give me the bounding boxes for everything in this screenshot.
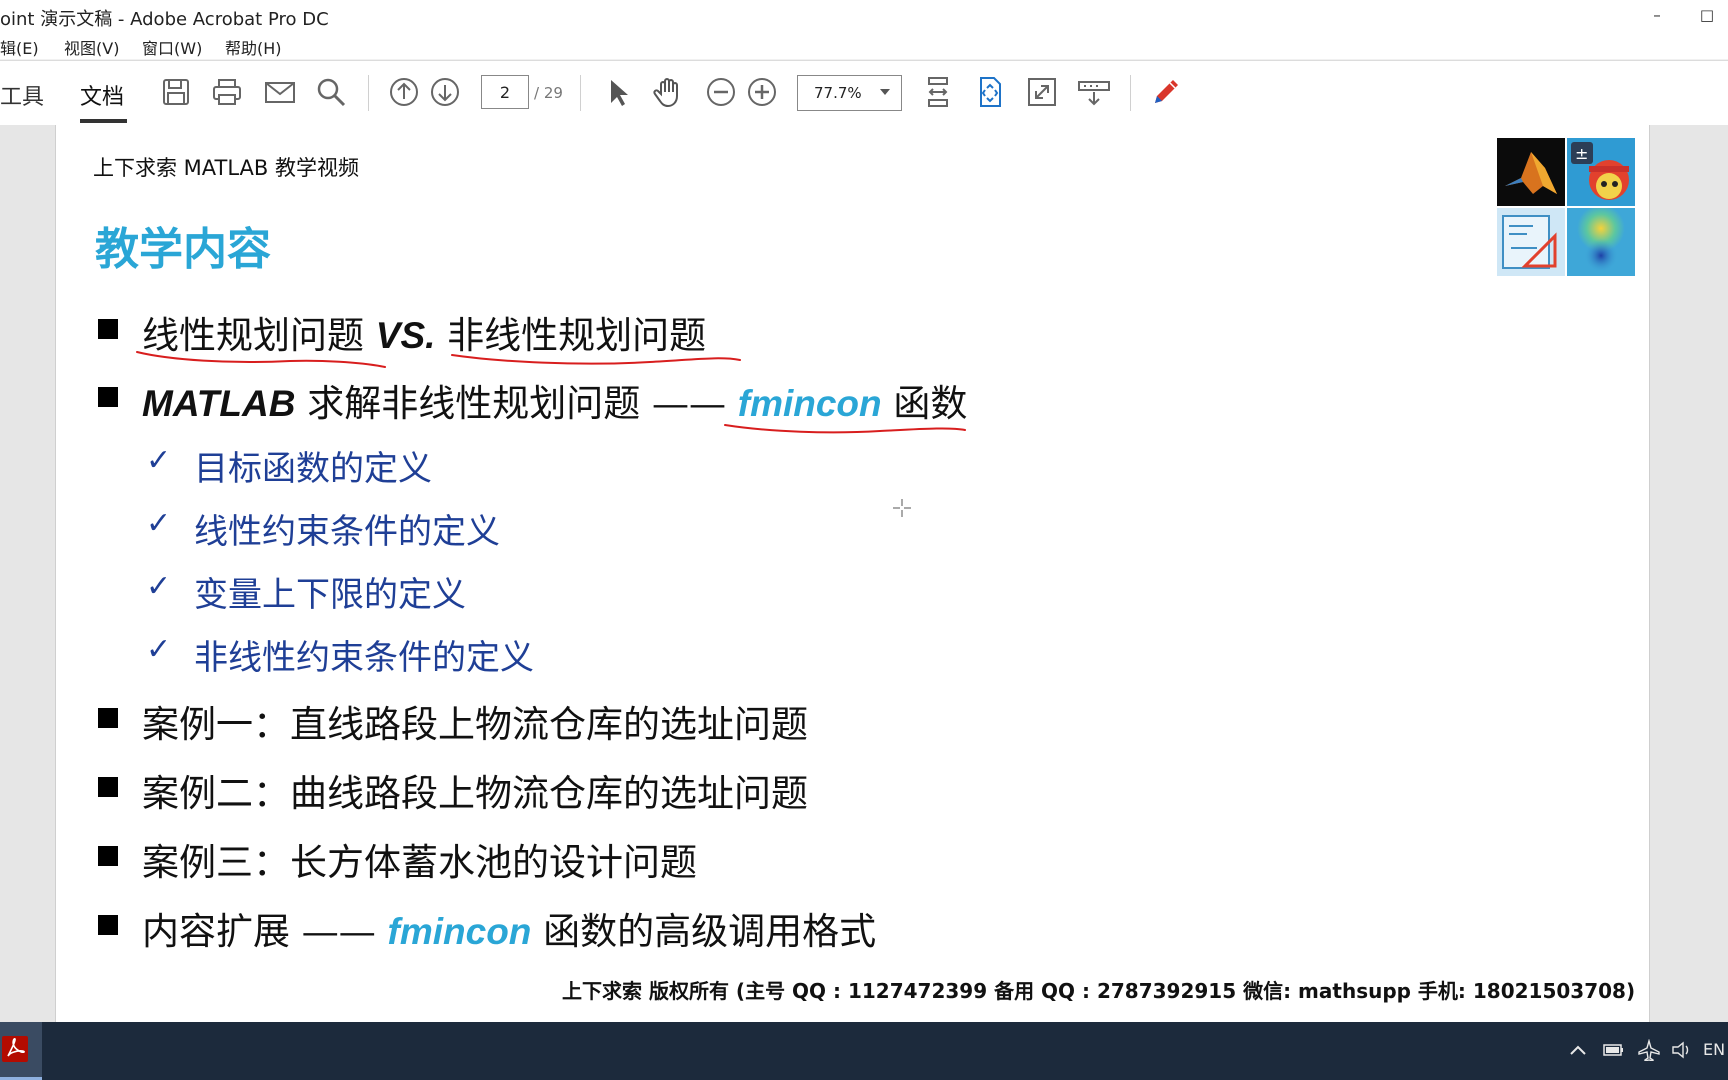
taskbar	[0, 1022, 1728, 1080]
battery-icon[interactable]	[1602, 1041, 1626, 1059]
acrobat-icon	[2, 1036, 28, 1062]
ink-underline	[451, 354, 741, 365]
taskbar-acrobat-button[interactable]	[0, 1022, 42, 1080]
ink-underline	[724, 424, 966, 434]
slide-footer: 上下求索 版权所有 (主号 QQ : 1127472399 备用 QQ : 27…	[562, 979, 1636, 1003]
input-language-indicator[interactable]: EN	[1703, 1040, 1725, 1059]
show-hidden-icons-icon[interactable]	[1567, 1040, 1589, 1060]
volume-icon[interactable]	[1670, 1040, 1694, 1060]
ink-underline	[136, 351, 386, 368]
airplane-mode-icon[interactable]	[1637, 1039, 1661, 1061]
ink-annotation-layer	[136, 351, 966, 434]
crosshair-cursor-icon	[893, 499, 911, 517]
